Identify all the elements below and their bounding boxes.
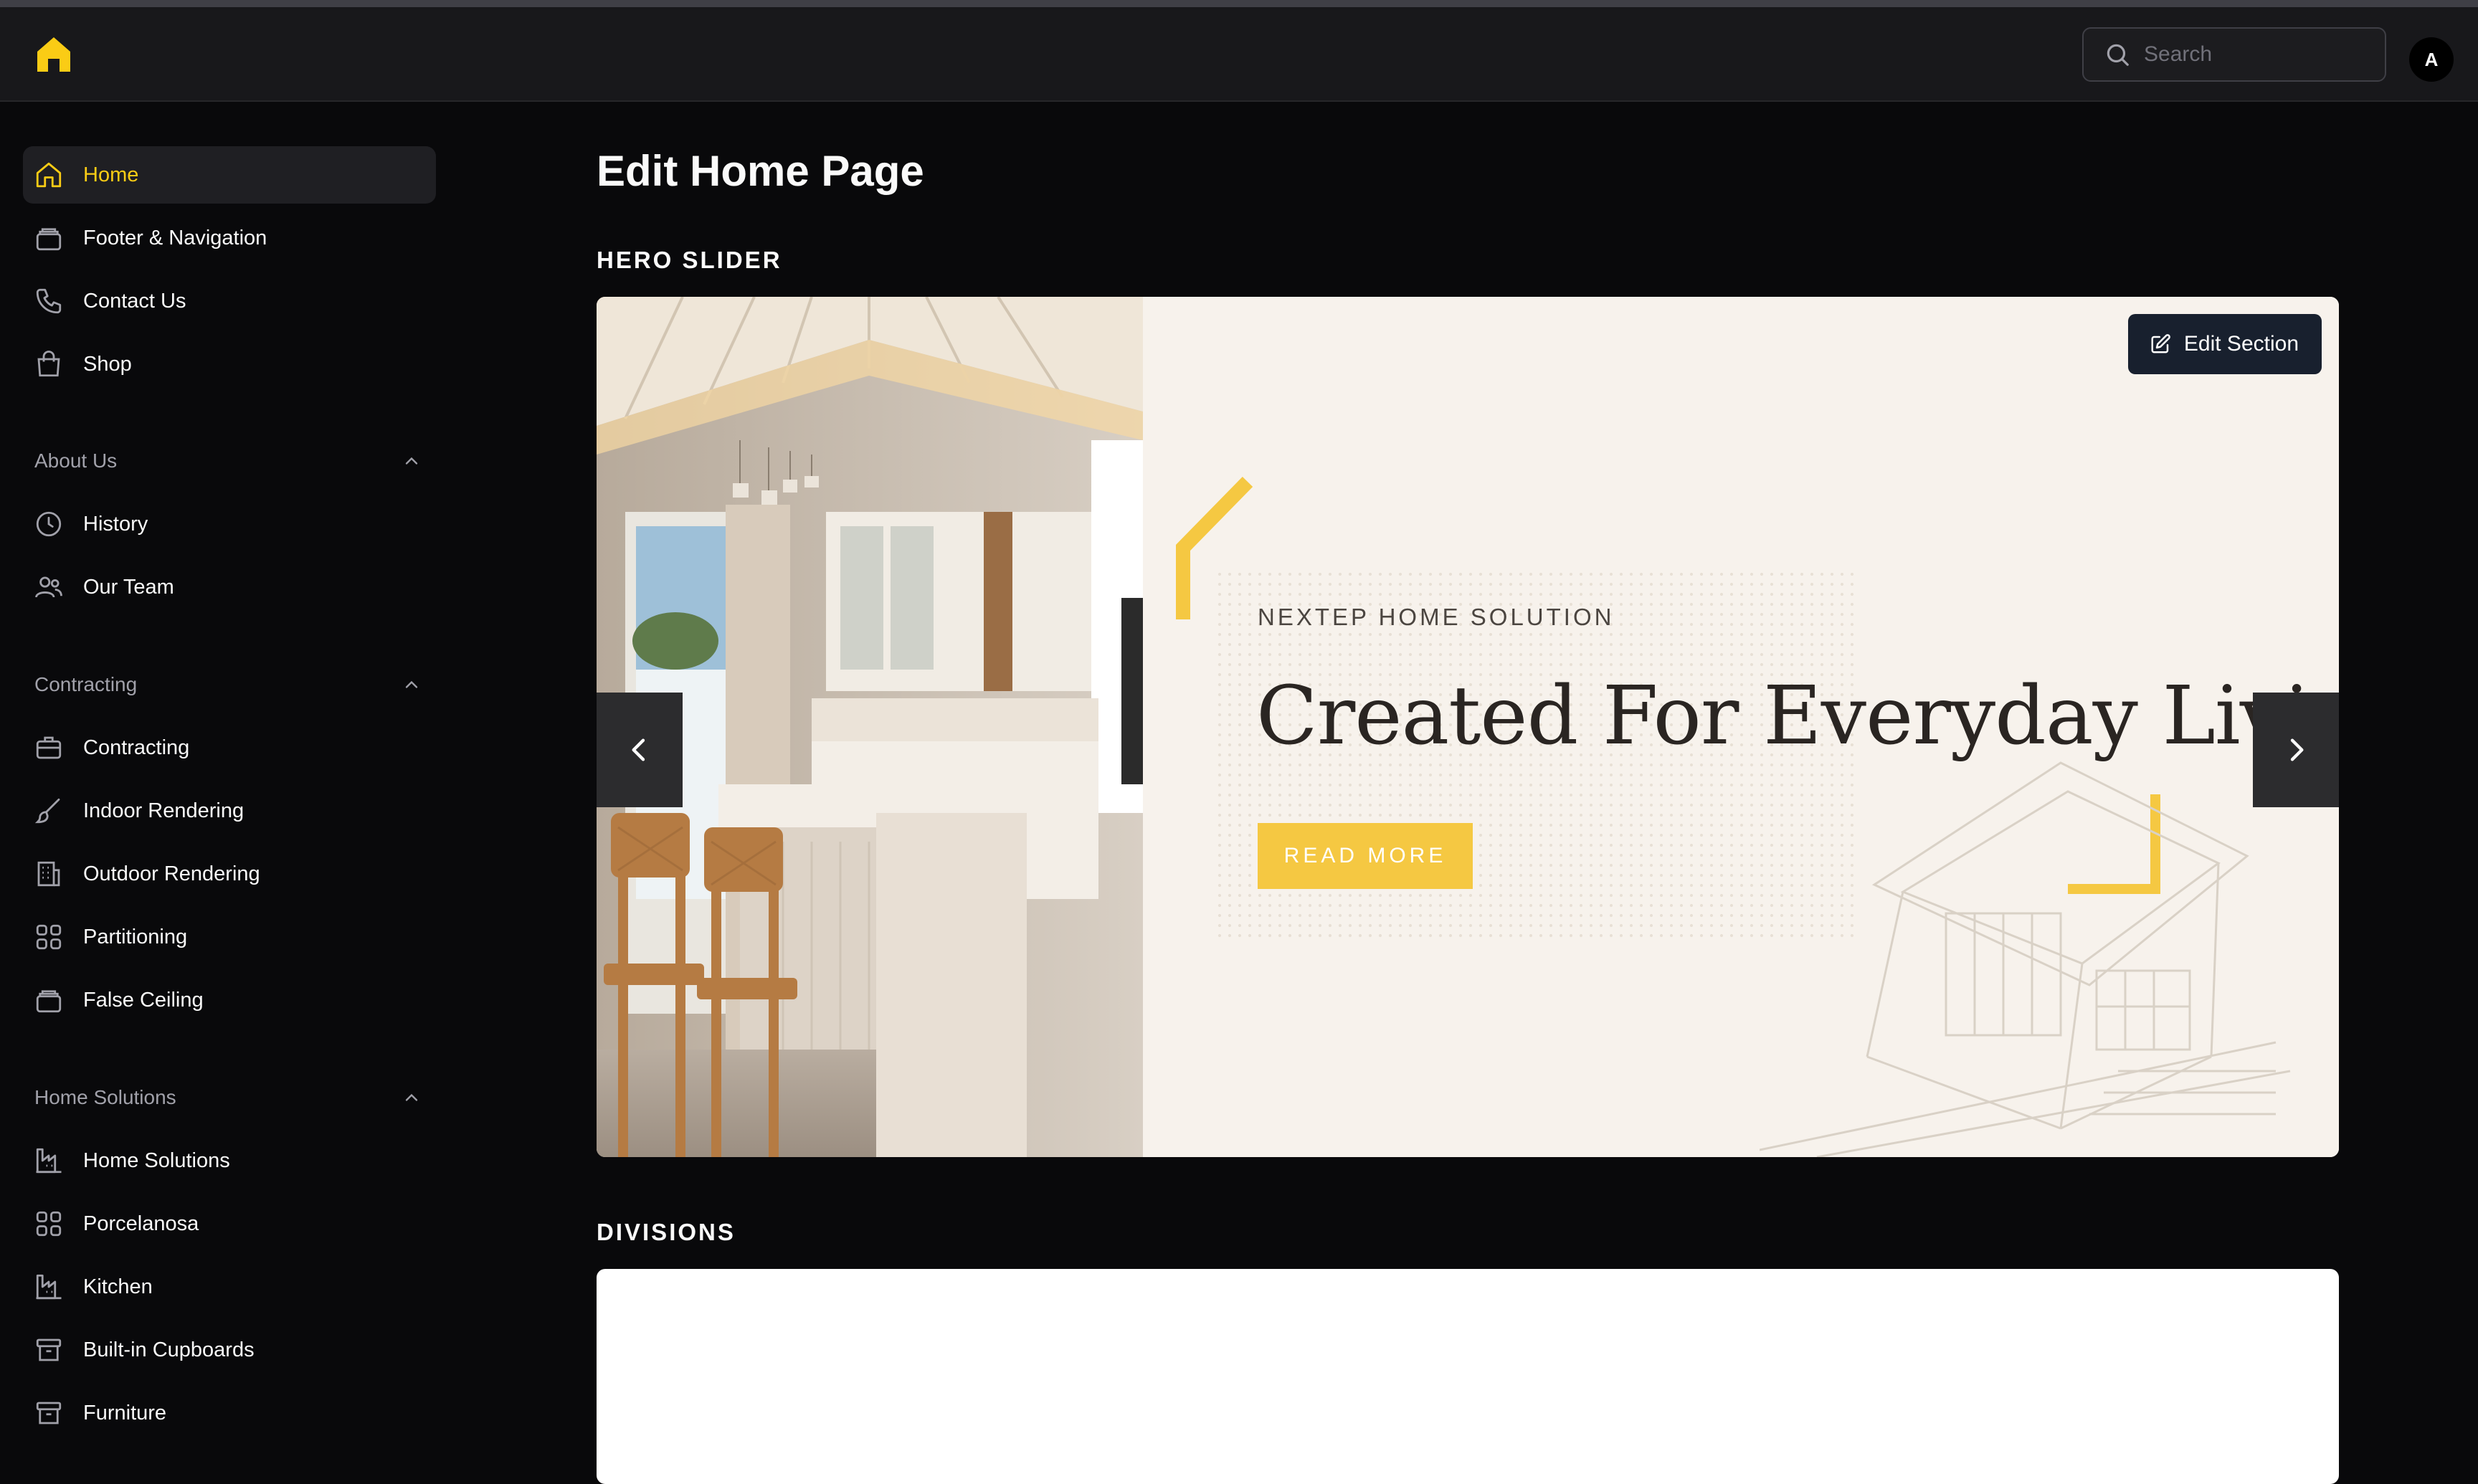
sidebar-group-contracting[interactable]: Contracting bbox=[34, 667, 422, 703]
divisions-panel bbox=[597, 1269, 2339, 1484]
edit-section-button[interactable]: Edit Section bbox=[2127, 314, 2322, 374]
archive-icon bbox=[33, 1334, 65, 1366]
sidebar-item-porcelanosa[interactable]: Porcelanosa bbox=[23, 1195, 436, 1252]
hero-slider: NEXTEP HOME SOLUTION Created For Everyda… bbox=[597, 297, 2339, 1157]
sidebar-group-home-solutions[interactable]: Home Solutions bbox=[34, 1080, 422, 1116]
archive-icon bbox=[33, 1397, 65, 1429]
sidebar-item-label: Home bbox=[83, 163, 139, 186]
corner-accent-top-left bbox=[1176, 477, 1253, 619]
chevron-right-icon bbox=[2290, 738, 2304, 761]
search-icon bbox=[2107, 44, 2129, 66]
sidebar-item-label: Porcelanosa bbox=[83, 1212, 199, 1235]
layers-icon bbox=[33, 222, 65, 254]
search-box[interactable] bbox=[2082, 27, 2386, 82]
sidebar-item-indoor-rendering[interactable]: Indoor Rendering bbox=[23, 782, 436, 839]
sidebar-item-false-ceiling[interactable]: False Ceiling bbox=[23, 971, 436, 1029]
read-more-button[interactable]: READ MORE bbox=[1258, 823, 1473, 889]
sidebar-item-label: Home Solutions bbox=[83, 1148, 230, 1172]
chevron-up-icon bbox=[405, 680, 418, 688]
grid-icon bbox=[33, 1208, 65, 1240]
hero-kicker: NEXTEP HOME SOLUTION bbox=[1258, 604, 1615, 630]
edit-section-label: Edit Section bbox=[2183, 332, 2299, 356]
divisions-section-title: DIVISIONS bbox=[597, 1219, 736, 1245]
hero-slide-content: NEXTEP HOME SOLUTION Created For Everyda… bbox=[1143, 297, 2339, 1157]
slider-prev-button[interactable] bbox=[597, 693, 683, 807]
paintbrush-icon bbox=[33, 795, 65, 827]
sidebar-item-label: History bbox=[83, 512, 148, 536]
sidebar-item-label: Partitioning bbox=[83, 925, 188, 948]
users-icon bbox=[33, 571, 65, 603]
sidebar-item-label: False Ceiling bbox=[83, 988, 204, 1012]
home-icon bbox=[33, 159, 65, 191]
page-title: Edit Home Page bbox=[597, 147, 924, 195]
sidebar-item-label: Contact Us bbox=[83, 289, 186, 313]
sidebar-item-home-solutions[interactable]: Home Solutions bbox=[23, 1132, 436, 1189]
phone-icon bbox=[33, 285, 65, 317]
sidebar-item-partitioning[interactable]: Partitioning bbox=[23, 908, 436, 966]
house-sketch-decoration bbox=[1760, 761, 2291, 1157]
sidebar-item-furniture[interactable]: Furniture bbox=[23, 1384, 436, 1442]
sidebar-group-about-us[interactable]: About Us bbox=[34, 443, 422, 479]
sidebar-item-label: Outdoor Rendering bbox=[83, 862, 260, 885]
sidebar-item-contact-us[interactable]: Contact Us bbox=[23, 272, 436, 330]
sidebar-item-contracting[interactable]: Contracting bbox=[23, 719, 436, 776]
factory-icon bbox=[33, 1271, 65, 1303]
building-icon bbox=[33, 858, 65, 890]
home-logo-icon[interactable] bbox=[36, 36, 72, 73]
shopping-bag-icon bbox=[33, 348, 65, 380]
sidebar-item-our-team[interactable]: Our Team bbox=[23, 558, 436, 616]
sidebar-item-label: Indoor Rendering bbox=[83, 799, 245, 822]
sidebar-item-label: Shop bbox=[83, 352, 132, 376]
window-top-border bbox=[0, 0, 2478, 7]
edit-icon bbox=[2151, 334, 2170, 353]
sidebar-item-home[interactable]: Home bbox=[23, 146, 436, 204]
hero-headline: Created For Everyday Living bbox=[1256, 670, 2339, 763]
chevron-up-icon bbox=[405, 457, 418, 465]
sidebar-group-label: Home Solutions bbox=[34, 1086, 176, 1108]
clock-icon bbox=[33, 508, 65, 540]
sidebar-item-history[interactable]: History bbox=[23, 495, 436, 553]
sidebar-group-label: Contracting bbox=[34, 673, 138, 695]
slider-next-button[interactable] bbox=[2253, 693, 2339, 807]
chevron-up-icon bbox=[405, 1093, 418, 1101]
sidebar: Home Footer & Navigation Contact Us Shop… bbox=[0, 103, 459, 1438]
sidebar-item-footer-navigation[interactable]: Footer & Navigation bbox=[23, 209, 436, 267]
sidebar-item-kitchen[interactable]: Kitchen bbox=[23, 1258, 436, 1316]
sidebar-item-label: Contracting bbox=[83, 736, 190, 759]
sidebar-item-label: Built-in Cupboards bbox=[83, 1338, 255, 1361]
search-input[interactable] bbox=[2144, 42, 2373, 67]
sidebar-item-built-in-cupboards[interactable]: Built-in Cupboards bbox=[23, 1321, 436, 1379]
sidebar-item-label: Kitchen bbox=[83, 1275, 153, 1298]
factory-icon bbox=[33, 1145, 65, 1176]
sidebar-item-label: Footer & Navigation bbox=[83, 226, 267, 249]
sidebar-item-shop[interactable]: Shop bbox=[23, 336, 436, 393]
sidebar-item-label: Furniture bbox=[83, 1401, 167, 1424]
briefcase-icon bbox=[33, 732, 65, 764]
user-avatar[interactable]: A bbox=[2409, 37, 2454, 82]
top-header: A bbox=[0, 7, 2478, 102]
hero-slider-section-title: HERO SLIDER bbox=[597, 247, 782, 273]
sidebar-item-outdoor-rendering[interactable]: Outdoor Rendering bbox=[23, 845, 436, 903]
grid-icon bbox=[33, 921, 65, 953]
sidebar-item-label: Our Team bbox=[83, 575, 174, 599]
layers-icon bbox=[33, 984, 65, 1016]
chevron-left-icon bbox=[632, 738, 645, 761]
sidebar-group-label: About Us bbox=[34, 450, 118, 472]
